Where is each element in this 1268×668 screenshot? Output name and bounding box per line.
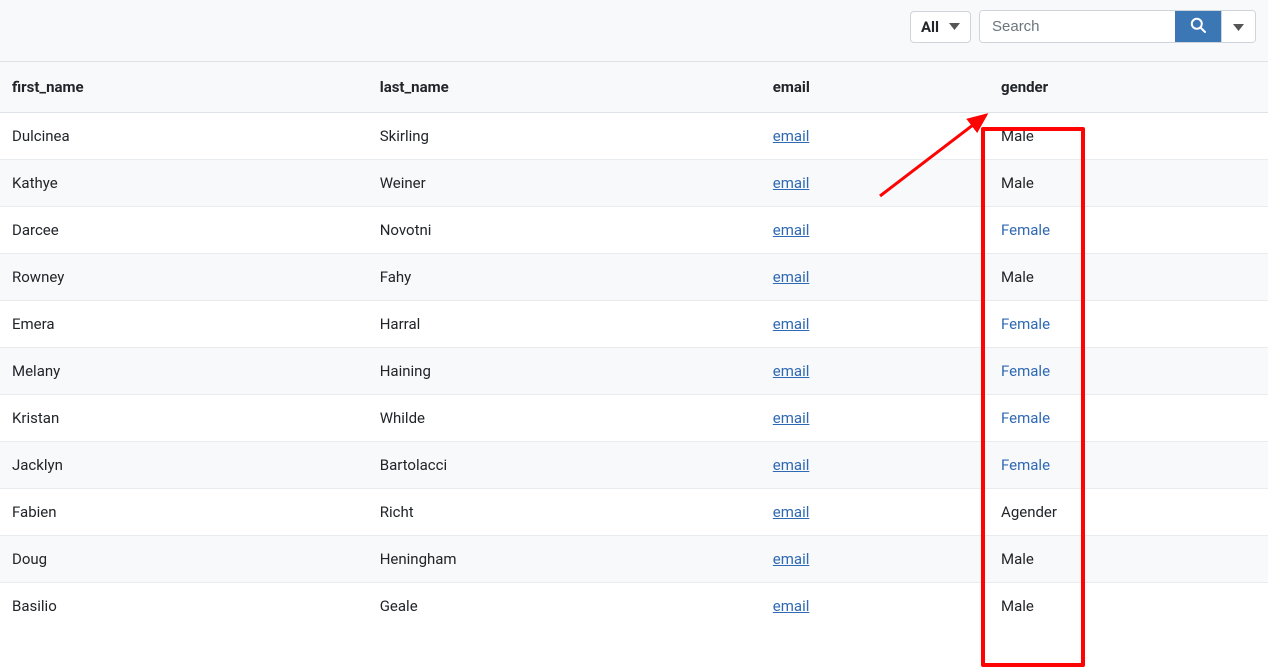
email-link[interactable]: email [773,503,810,521]
cell-email: email [761,348,989,395]
cell-last-name: Harral [368,301,761,348]
cell-gender: Male [989,536,1268,583]
cell-first-name: Emera [0,301,368,348]
cell-gender: Female [989,301,1268,348]
column-header-email[interactable]: email [761,62,989,113]
cell-last-name: Fahy [368,254,761,301]
cell-first-name: Dulcinea [0,113,368,160]
column-header-first-name[interactable]: first_name [0,62,368,113]
filter-dropdown[interactable]: All [910,11,971,43]
table-row: FabienRicht email Agender [0,489,1268,536]
search-input[interactable] [980,11,1175,42]
email-link[interactable]: email [773,268,810,286]
email-link[interactable]: email [773,174,810,192]
table-row: DougHeningham email Male [0,536,1268,583]
cell-last-name: Skirling [368,113,761,160]
cell-first-name: Rowney [0,254,368,301]
table-row: DulcineaSkirling email Male [0,113,1268,160]
cell-first-name: Darcee [0,207,368,254]
table-row: JacklynBartolacci email Female [0,442,1268,489]
email-link[interactable]: email [773,409,810,427]
table-row: KathyeWeiner email Male [0,160,1268,207]
filter-dropdown-label: All [921,18,939,36]
email-link[interactable]: email [773,315,810,333]
cell-gender: Female [989,207,1268,254]
cell-gender: Male [989,254,1268,301]
toolbar: All [0,0,1268,62]
cell-gender: Male [989,113,1268,160]
column-header-gender[interactable]: gender [989,62,1268,113]
search-group [979,10,1256,43]
cell-last-name: Novotni [368,207,761,254]
cell-last-name: Geale [368,583,761,630]
cell-first-name: Jacklyn [0,442,368,489]
cell-first-name: Basilio [0,583,368,630]
table-row: BasilioGeale email Male [0,583,1268,630]
cell-first-name: Melany [0,348,368,395]
cell-first-name: Doug [0,536,368,583]
email-link[interactable]: email [773,221,810,239]
cell-gender: Female [989,442,1268,489]
cell-first-name: Fabien [0,489,368,536]
cell-gender: Female [989,395,1268,442]
email-link[interactable]: email [773,550,810,568]
cell-email: email [761,395,989,442]
table-row: RowneyFahy email Male [0,254,1268,301]
email-link[interactable]: email [773,597,810,615]
cell-last-name: Heningham [368,536,761,583]
email-link[interactable]: email [773,362,810,380]
data-table: first_name last_name email gender Dulcin… [0,62,1268,629]
search-button[interactable] [1175,11,1221,42]
cell-email: email [761,160,989,207]
table-row: DarceeNovotni email Female [0,207,1268,254]
cell-email: email [761,207,989,254]
caret-down-icon [949,23,960,30]
cell-last-name: Whilde [368,395,761,442]
search-options-button[interactable] [1221,11,1255,42]
table-row: EmeraHarral email Female [0,301,1268,348]
column-header-last-name[interactable]: last_name [368,62,761,113]
cell-last-name: Richt [368,489,761,536]
email-link[interactable]: email [773,127,810,145]
email-link[interactable]: email [773,456,810,474]
cell-last-name: Bartolacci [368,442,761,489]
cell-email: email [761,254,989,301]
cell-gender: Female [989,348,1268,395]
cell-gender: Agender [989,489,1268,536]
table-header-row: first_name last_name email gender [0,62,1268,113]
cell-first-name: Kathye [0,160,368,207]
cell-first-name: Kristan [0,395,368,442]
cell-email: email [761,583,989,630]
cell-email: email [761,442,989,489]
search-icon [1190,17,1206,36]
cell-last-name: Haining [368,348,761,395]
cell-email: email [761,301,989,348]
cell-email: email [761,489,989,536]
cell-email: email [761,536,989,583]
cell-email: email [761,113,989,160]
cell-gender: Male [989,583,1268,630]
cell-last-name: Weiner [368,160,761,207]
caret-down-icon [1233,19,1244,34]
cell-gender: Male [989,160,1268,207]
table-row: KristanWhilde email Female [0,395,1268,442]
table-row: MelanyHaining email Female [0,348,1268,395]
